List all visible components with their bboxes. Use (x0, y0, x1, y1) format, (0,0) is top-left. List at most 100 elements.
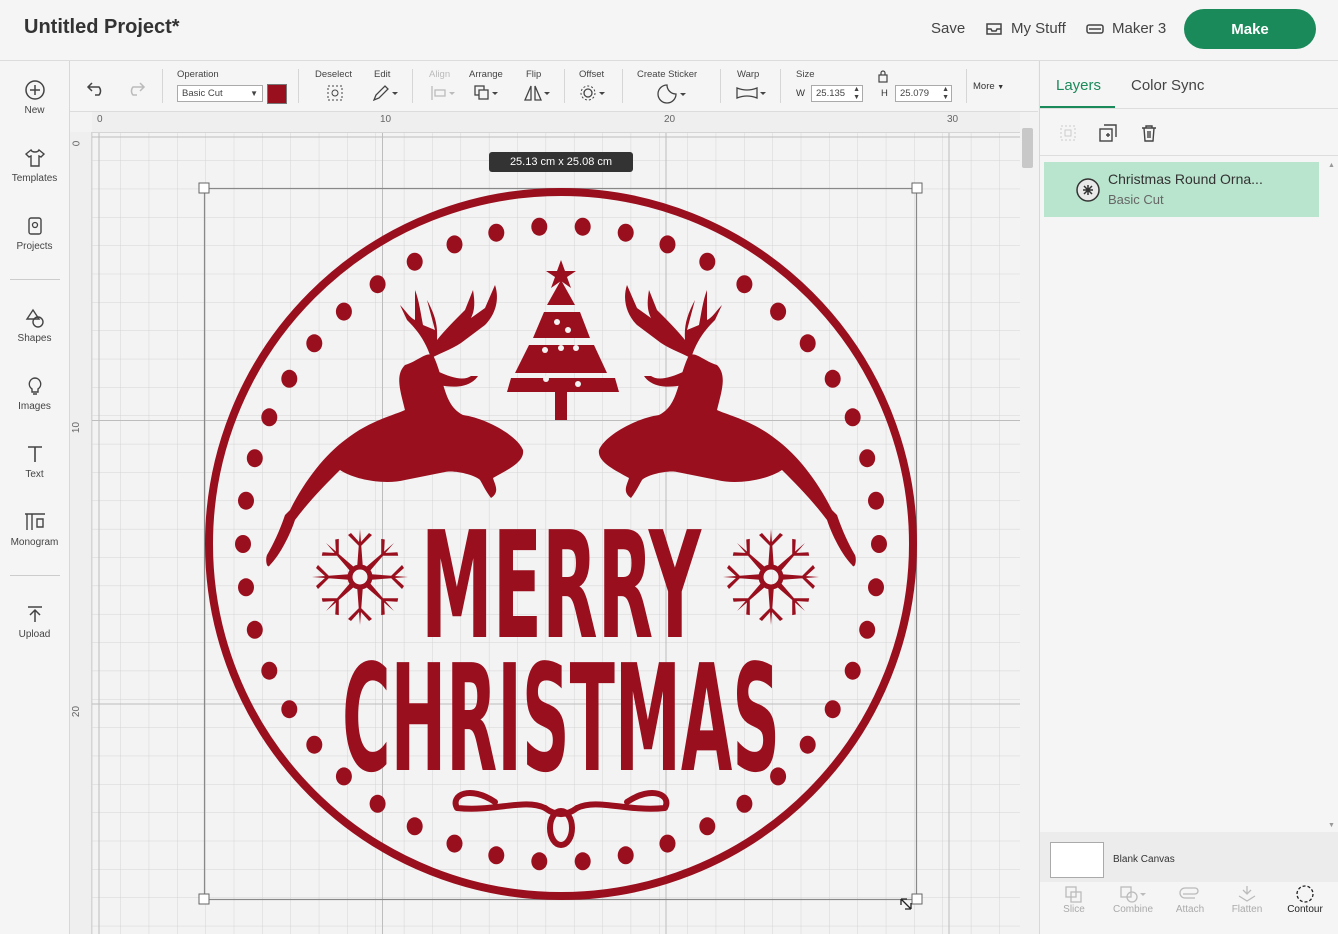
inbox-icon (986, 22, 1002, 35)
text-icon (27, 446, 42, 462)
canvas-scrollbar[interactable] (1020, 112, 1036, 934)
attach-label: Attach (1175, 904, 1205, 915)
align-icon (431, 86, 455, 100)
slice-button[interactable]: Slice (1046, 884, 1102, 915)
snowflake-left (312, 529, 408, 625)
resize-handle[interactable] (198, 182, 210, 194)
toolbar-divider (298, 69, 299, 103)
snowflake-arm (312, 565, 352, 589)
lock-icon[interactable] (877, 69, 889, 83)
border-dot (531, 852, 548, 871)
tab-color-sync[interactable]: Color Sync (1131, 77, 1204, 94)
arrange-icon[interactable] (472, 83, 500, 103)
height-label: H (881, 88, 888, 99)
chevron-down-icon: ▼ (250, 89, 258, 98)
edit-toolbar: Operation Basic Cut ▼ Deselect Edit Alig… (70, 61, 1038, 112)
border-dot (871, 535, 887, 553)
duplicate-icon[interactable] (1098, 123, 1118, 143)
toolbar-divider (966, 69, 967, 103)
border-dot (859, 449, 876, 468)
border-dot (238, 578, 254, 597)
resize-arrow-icon (900, 898, 912, 910)
tab-layers[interactable]: Layers (1056, 77, 1101, 94)
warp-icon[interactable] (734, 83, 768, 103)
christmas-ornament-design[interactable]: MERRY CHRISTMAS (195, 180, 930, 910)
christmas-text: CHRISTMAS (342, 633, 780, 805)
more-button[interactable]: More ▼ (973, 81, 1004, 92)
sidebar-item-images[interactable]: Images (0, 375, 69, 412)
layer-name: Christmas Round Orna... (1108, 171, 1263, 187)
deselect-icon[interactable] (325, 83, 345, 103)
blank-canvas-label: Blank Canvas (1113, 854, 1175, 865)
save-button[interactable]: Save (931, 20, 965, 37)
offset-icon[interactable] (578, 83, 608, 103)
snowflake-right (723, 529, 819, 625)
attach-button[interactable]: Attach (1162, 884, 1218, 915)
blank-canvas-swatch[interactable] (1050, 842, 1104, 878)
sticker-icon[interactable] (655, 83, 689, 105)
flatten-icon (1238, 886, 1256, 902)
border-dot (261, 408, 278, 427)
toolbar-divider (564, 69, 565, 103)
sidebar-divider (10, 279, 60, 280)
sidebar-item-upload[interactable]: Upload (0, 603, 69, 640)
scroll-up-icon[interactable]: ▲ (1328, 162, 1335, 169)
border-dot (281, 369, 298, 388)
border-dot (659, 834, 676, 853)
border-dot (238, 491, 254, 510)
paperclip-icon (1179, 887, 1199, 899)
border-dot (531, 217, 548, 236)
combine-button[interactable]: Combine (1105, 884, 1161, 915)
slice-label: Slice (1063, 904, 1085, 915)
sidebar-item-projects[interactable]: Projects (0, 215, 69, 252)
border-dot (824, 700, 841, 719)
scroll-down-icon[interactable]: ▼ (1328, 822, 1335, 829)
sidebar-item-new[interactable]: New (0, 79, 69, 116)
redo-icon[interactable] (124, 79, 146, 97)
scrollbar-thumb[interactable] (1022, 128, 1033, 168)
make-button[interactable]: Make (1184, 9, 1316, 49)
machine-button[interactable]: Maker 3 (1086, 20, 1166, 37)
stepper-icon: ▲ ▼ (853, 86, 860, 101)
snowflake-center (347, 564, 373, 590)
size-tooltip: 25.13 cm x 25.08 cm (489, 152, 633, 172)
width-input[interactable]: 25.135 ▲ ▼ (811, 85, 863, 102)
deselect-label: Deselect (315, 69, 352, 80)
color-swatch[interactable] (267, 84, 287, 104)
sidebar-item-templates[interactable]: Templates (0, 147, 69, 184)
flip-icon[interactable] (522, 83, 552, 103)
sidebar-label-text: Text (25, 469, 44, 480)
my-stuff-button[interactable]: My Stuff (985, 20, 1066, 37)
sidebar-item-monogram[interactable]: Monogram (0, 511, 69, 548)
delete-icon[interactable] (1139, 123, 1159, 143)
resize-handle[interactable] (911, 182, 923, 194)
height-input[interactable]: 25.079 ▲ ▼ (895, 85, 952, 102)
tab-divider (1040, 108, 1338, 109)
contour-button[interactable]: Contour (1277, 884, 1333, 915)
flatten-button[interactable]: Flatten (1219, 884, 1275, 915)
resize-handle[interactable] (198, 893, 210, 905)
border-dot (235, 535, 251, 553)
more-label: More (973, 81, 995, 92)
snowflake-center (758, 564, 784, 590)
border-dot (617, 223, 634, 242)
flip-label: Flip (526, 69, 542, 80)
height-value: 25.079 (900, 88, 930, 99)
project-title[interactable]: Untitled Project* (24, 16, 180, 39)
pencil-icon[interactable] (371, 83, 399, 103)
sidebar-label-monogram: Monogram (10, 537, 59, 548)
group-icon (1060, 125, 1076, 141)
resize-handle[interactable] (911, 893, 923, 905)
edit-label: Edit (374, 69, 391, 80)
lightbulb-icon (28, 377, 41, 395)
sidebar-item-text[interactable]: Text (0, 443, 69, 480)
left-sidebar: New Templates Projects Shapes Images Tex… (0, 61, 70, 934)
undo-icon[interactable] (86, 79, 108, 97)
operation-select[interactable]: Basic Cut ▼ (177, 85, 263, 102)
border-dot (859, 620, 876, 639)
plus-circle-icon (24, 80, 45, 100)
ruler-tick-label: 30 (947, 114, 959, 125)
ruler-tick-label: 20 (71, 705, 83, 718)
sidebar-item-shapes[interactable]: Shapes (0, 307, 69, 344)
border-dot (824, 369, 841, 388)
